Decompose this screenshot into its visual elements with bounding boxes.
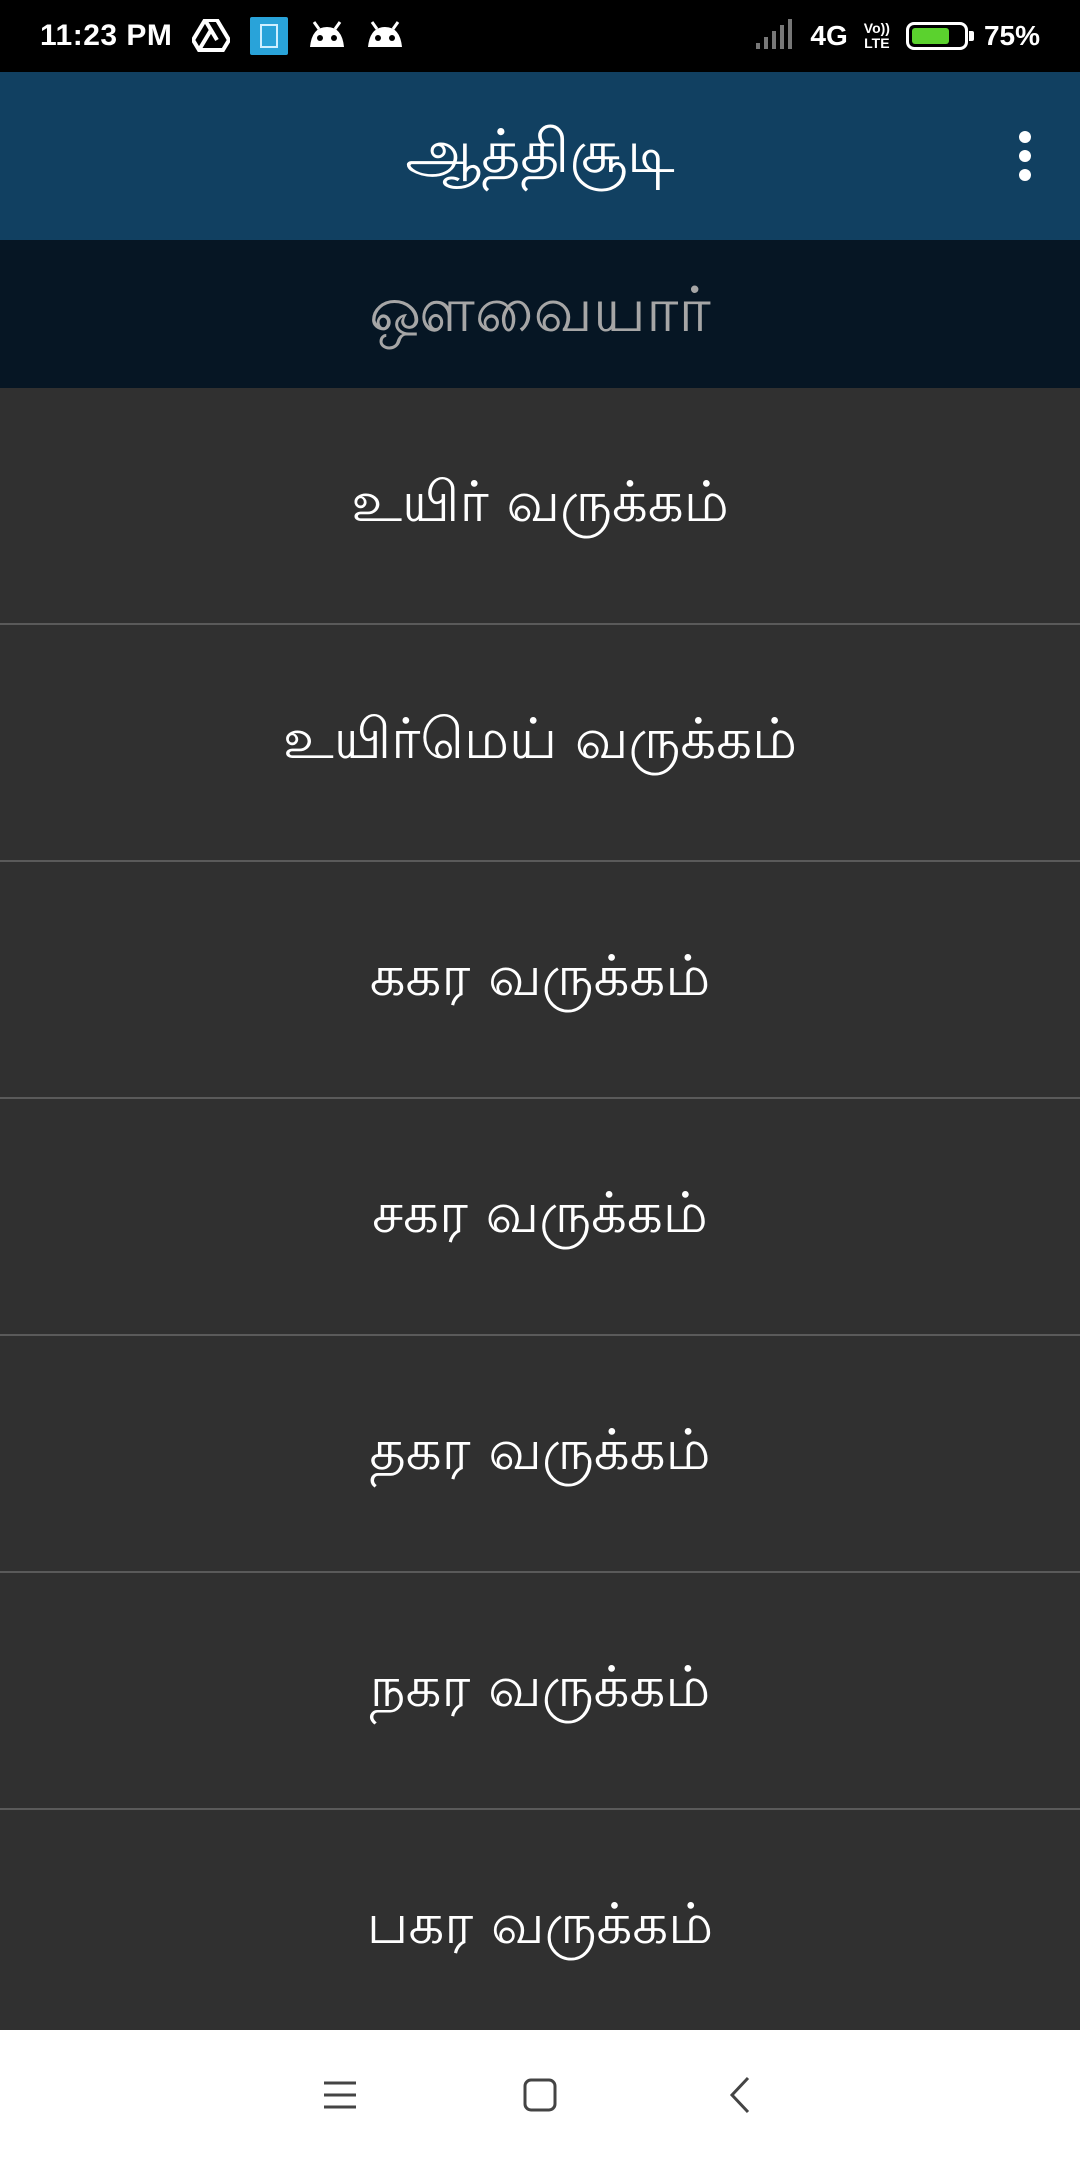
home-button[interactable] (440, 2030, 640, 2160)
back-chevron-icon (729, 2076, 750, 2114)
app-title: ஆத்திசூடி (405, 117, 675, 187)
recent-apps-button[interactable] (240, 2030, 440, 2160)
list-item[interactable]: உயிர் வருக்கம் (0, 388, 1080, 625)
author-bar: ஔவையார் (0, 240, 1080, 388)
navigation-bar (0, 2030, 1080, 2160)
status-bar: 11:23 PM 4G Vo)) LTE 75% (0, 0, 1080, 72)
home-square-icon (523, 2078, 557, 2112)
back-button[interactable] (640, 2030, 840, 2160)
app-bar: ஆத்திசூடி (0, 72, 1080, 240)
list-item[interactable]: ககர வருக்கம் (0, 862, 1080, 1099)
author-name: ஔவையார் (369, 273, 711, 346)
chapter-list: உயிர் வருக்கம் உயிர்மெய் வருக்கம் ககர வர… (0, 388, 1080, 2028)
more-options-button[interactable] (1000, 121, 1050, 191)
list-item-label: சகர வருக்கம் (372, 1180, 708, 1246)
volte-top: Vo)) (863, 20, 890, 36)
android-icon (308, 17, 346, 55)
list-item-label: உயிர்மெய் வருக்கம் (282, 706, 798, 772)
status-left: 11:23 PM (40, 17, 404, 55)
list-item[interactable]: பகர வருக்கம் (0, 1810, 1080, 2028)
status-time: 11:23 PM (40, 19, 173, 52)
battery-fill (911, 28, 950, 44)
menu-icon (324, 2081, 356, 2109)
battery-percent: 75% (983, 20, 1040, 51)
list-item-label: நகர வருக்கம் (369, 1654, 711, 1720)
list-item-label: உயிர் வருக்கம் (351, 469, 729, 535)
more-vertical-icon (1019, 131, 1031, 181)
list-item[interactable]: சகர வருக்கம் (0, 1099, 1080, 1336)
list-item[interactable]: நகர வருக்கம் (0, 1573, 1080, 1810)
volte-icon: Vo)) LTE (864, 21, 890, 51)
list-item-label: தகர வருக்கம் (369, 1417, 711, 1483)
list-item-label: பகர வருக்கம் (366, 1891, 714, 1957)
list-item[interactable]: உயிர்மெய் வருக்கம் (0, 625, 1080, 862)
volte-bottom: LTE (864, 35, 890, 51)
list-item[interactable]: தகர வருக்கம் (0, 1336, 1080, 1573)
network-type: 4G (810, 20, 848, 51)
blue-app-icon (250, 17, 289, 55)
list-item-label: ககர வருக்கம் (369, 943, 711, 1009)
google-drive-icon (192, 17, 231, 55)
status-right: 4G Vo)) LTE 75% (754, 19, 1040, 53)
battery-icon (905, 22, 974, 50)
android-icon (366, 17, 404, 55)
signal-icon (754, 19, 794, 53)
